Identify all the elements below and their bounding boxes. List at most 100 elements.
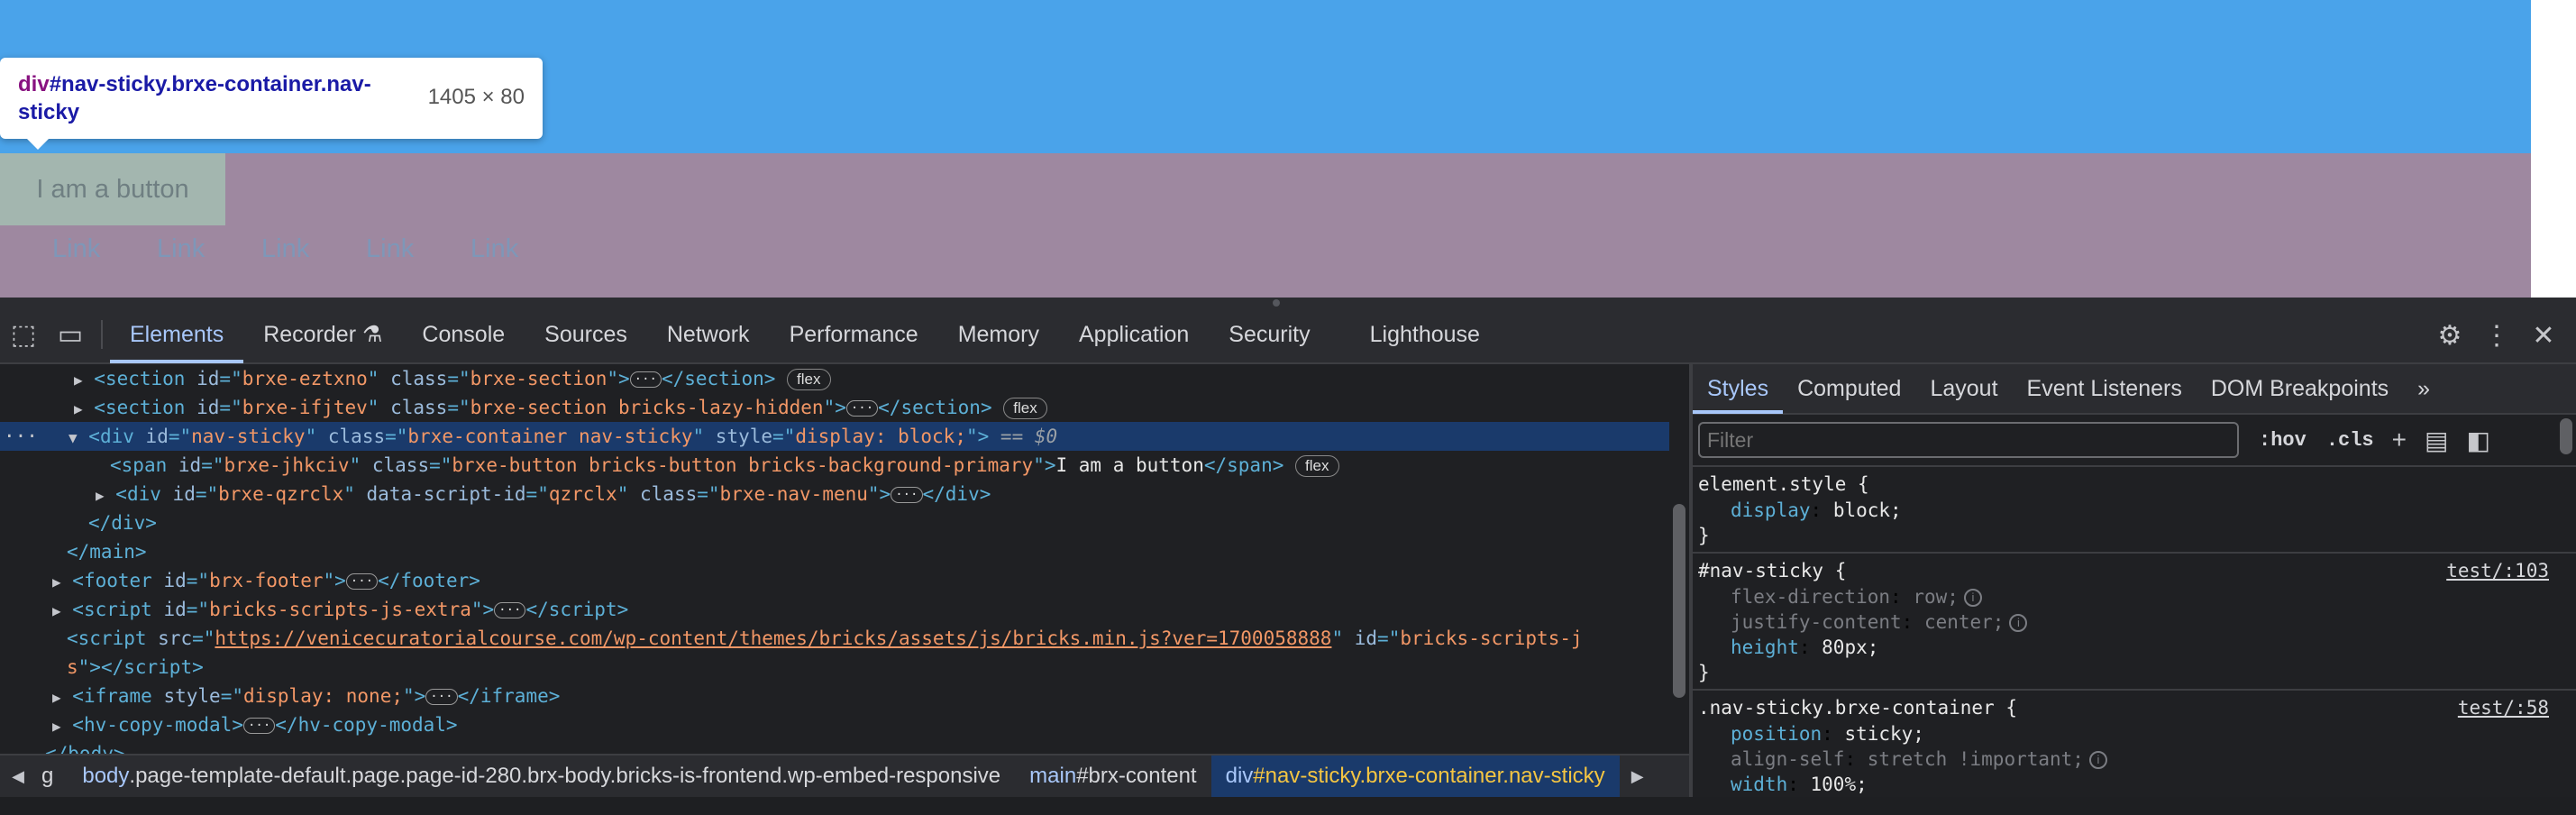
css-declaration[interactable]: flex-direction: row; i bbox=[1698, 584, 2571, 609]
inspect-tooltip: div#nav-sticky.brxe-container.nav-sticky… bbox=[0, 58, 543, 150]
rule-selector[interactable]: element.style { bbox=[1698, 471, 2571, 498]
rule-selector[interactable]: .nav-sticky.brxe-container { bbox=[1698, 694, 2571, 721]
ellipsis-icon[interactable]: ··· bbox=[891, 487, 923, 503]
devtools-toolbar: ⬚ ▭ Elements Recorder ⚗ Console Sources … bbox=[0, 307, 2576, 364]
settings-gear-icon[interactable]: ⚙ bbox=[2426, 307, 2473, 364]
info-icon[interactable]: i bbox=[2009, 614, 2028, 632]
scroll-thumb[interactable] bbox=[1673, 504, 1685, 698]
css-declaration[interactable]: position: sticky; bbox=[1698, 721, 2571, 746]
ellipsis-icon[interactable]: ··· bbox=[845, 400, 879, 417]
rule-source-link[interactable]: test/:58 bbox=[2458, 694, 2549, 721]
styles-pane: Styles Computed Layout Event Listeners D… bbox=[1693, 364, 2576, 815]
css-declaration[interactable]: width: 100%; bbox=[1698, 772, 2571, 797]
dom-node-footer[interactable]: ▶ <footer id="brx-footer"> ··· </footer> bbox=[52, 566, 480, 595]
device-toolbar-icon[interactable]: ▭ bbox=[47, 306, 94, 363]
more-tabs-icon[interactable]: » bbox=[2403, 364, 2444, 414]
tab-computed[interactable]: Computed bbox=[1783, 364, 1915, 414]
more-options-icon[interactable]: ⋮ bbox=[2473, 307, 2520, 364]
dom-node-div[interactable]: ▶ <div id="brxe-qzrclx" data-script-id="… bbox=[96, 480, 991, 508]
dom-node-span[interactable]: <span id="brxe-jhkciv" class="brxe-butto… bbox=[110, 451, 1339, 480]
expand-triangle-icon[interactable]: ▶ bbox=[52, 718, 61, 735]
styles-scrollbar[interactable] bbox=[2556, 415, 2576, 815]
nav-link[interactable]: Link bbox=[470, 234, 575, 264]
breadcrumb-item-current[interactable]: div #nav-sticky.brxe-container.nav-sticky bbox=[1210, 755, 1620, 797]
info-icon[interactable]: i bbox=[1963, 589, 1982, 607]
dom-node-script-src[interactable]: <script src="https://venicecuratorialcou… bbox=[67, 624, 1583, 653]
page-button[interactable]: I am a button bbox=[0, 153, 225, 225]
dom-node-selected[interactable]: ··· ▼ <div id="nav-sticky" class="brxe-c… bbox=[0, 422, 1669, 451]
rule-selector[interactable]: #nav-sticky { bbox=[1698, 557, 2571, 584]
css-declaration[interactable]: justify-content: center; i bbox=[1698, 609, 2571, 635]
tab-application[interactable]: Application bbox=[1059, 306, 1209, 363]
ellipsis-icon[interactable]: ··· bbox=[629, 371, 662, 388]
nav-link[interactable]: Link bbox=[261, 234, 366, 264]
dom-node-section[interactable]: ▶ <section id="brxe-eztxno" class="brxe-… bbox=[74, 364, 831, 393]
inspect-element-icon[interactable]: ⬚ bbox=[0, 306, 47, 363]
styles-filter-bar: :hov .cls + ▤ ◧ bbox=[1693, 415, 2576, 467]
breadcrumb-item-main[interactable]: main #brx-content bbox=[1015, 755, 1210, 797]
css-declaration[interactable]: align-self: stretch !important; i bbox=[1698, 746, 2571, 772]
dom-node-script-src-cont[interactable]: s"></script> bbox=[67, 653, 204, 682]
styles-filter-input[interactable] bbox=[1698, 422, 2239, 458]
rule-source-link[interactable]: test/:103 bbox=[2446, 557, 2549, 584]
breadcrumb-item[interactable]: g bbox=[36, 755, 68, 797]
nav-link[interactable]: Link bbox=[157, 234, 261, 264]
rule-close: } bbox=[1698, 525, 1710, 546]
scroll-left-icon[interactable]: ◀ bbox=[0, 767, 36, 786]
dom-close-body[interactable]: </body> bbox=[45, 739, 125, 754]
info-icon[interactable]: i bbox=[2088, 751, 2107, 769]
tab-elements[interactable]: Elements bbox=[110, 306, 244, 363]
breadcrumb-item-body[interactable]: body .page-template-default.page.page-id-… bbox=[68, 755, 1015, 797]
close-icon[interactable]: ✕ bbox=[2520, 307, 2567, 364]
scroll-right-icon[interactable]: ▶ bbox=[1620, 767, 1656, 786]
flex-badge[interactable]: flex bbox=[787, 369, 831, 390]
script-src-link[interactable]: https://venicecuratorialcourse.com/wp-co… bbox=[215, 627, 1331, 649]
tab-console[interactable]: Console bbox=[402, 306, 525, 363]
breadcrumb: ◀ g body .page-template-default.page.page… bbox=[0, 754, 1689, 797]
expand-triangle-icon[interactable]: ▶ bbox=[52, 573, 61, 591]
page-preview: I am a button Link Link Link Link Link bbox=[0, 0, 2531, 298]
tab-security[interactable]: Security bbox=[1209, 306, 1329, 363]
ellipsis-icon[interactable]: ··· bbox=[425, 689, 458, 705]
tab-event-listeners[interactable]: Event Listeners bbox=[2013, 364, 2197, 414]
node-actions-icon[interactable]: ··· bbox=[4, 422, 38, 451]
expand-triangle-icon[interactable]: ▶ bbox=[52, 602, 61, 619]
expand-triangle-icon[interactable]: ▶ bbox=[96, 487, 105, 504]
expand-triangle-icon[interactable]: ▶ bbox=[74, 371, 83, 389]
dom-node-hv-copy-modal[interactable]: ▶ <hv-copy-modal> ··· </hv-copy-modal> bbox=[52, 710, 458, 739]
css-declaration[interactable]: display: block; bbox=[1698, 498, 2571, 523]
hov-toggle[interactable]: :hov bbox=[2259, 429, 2307, 452]
ellipsis-icon[interactable]: ··· bbox=[242, 718, 276, 734]
nav-link[interactable]: Link bbox=[52, 234, 157, 264]
elements-scrollbar[interactable] bbox=[1669, 364, 1689, 754]
dom-node-script[interactable]: ▶ <script id="bricks-scripts-js-extra"> ·… bbox=[52, 595, 628, 624]
toggle-sidebar-icon[interactable]: ◧ bbox=[2466, 426, 2489, 455]
expand-triangle-icon[interactable]: ▶ bbox=[74, 400, 83, 417]
paint-brush-icon[interactable]: ▤ bbox=[2425, 426, 2448, 455]
scroll-thumb[interactable] bbox=[2560, 418, 2572, 454]
tab-memory[interactable]: Memory bbox=[938, 306, 1059, 363]
tab-lighthouse[interactable]: Lighthouse bbox=[1350, 306, 1500, 363]
new-style-rule-icon[interactable]: + bbox=[2392, 426, 2407, 454]
cls-toggle[interactable]: .cls bbox=[2326, 429, 2374, 452]
dom-node-section[interactable]: ▶ <section id="brxe-ifjtev" class="brxe-… bbox=[74, 393, 1047, 422]
ellipsis-icon[interactable]: ··· bbox=[345, 573, 379, 590]
tab-recorder[interactable]: Recorder ⚗ bbox=[243, 306, 402, 363]
toolbar-divider bbox=[101, 320, 103, 349]
expand-triangle-icon[interactable]: ▶ bbox=[52, 689, 61, 706]
tab-dom-breakpoints[interactable]: DOM Breakpoints bbox=[2197, 364, 2403, 414]
nav-link[interactable]: Link bbox=[366, 234, 470, 264]
dom-close-div[interactable]: </div> bbox=[88, 508, 157, 537]
ellipsis-icon[interactable]: ··· bbox=[494, 602, 526, 618]
tab-sources[interactable]: Sources bbox=[525, 306, 647, 363]
tab-performance[interactable]: Performance bbox=[770, 306, 938, 363]
flex-badge[interactable]: flex bbox=[1003, 398, 1047, 419]
dom-node-iframe[interactable]: ▶ <iframe style="display: none;"> ··· </if… bbox=[52, 682, 560, 710]
tab-styles[interactable]: Styles bbox=[1693, 364, 1784, 414]
tab-network[interactable]: Network bbox=[647, 306, 770, 363]
tab-layout[interactable]: Layout bbox=[1915, 364, 2012, 414]
dom-close-main[interactable]: </main> bbox=[67, 537, 147, 566]
css-declaration[interactable]: height: 80px; bbox=[1698, 635, 2571, 660]
collapse-triangle-icon[interactable]: ▼ bbox=[69, 429, 78, 446]
flex-badge[interactable]: flex bbox=[1295, 455, 1339, 477]
